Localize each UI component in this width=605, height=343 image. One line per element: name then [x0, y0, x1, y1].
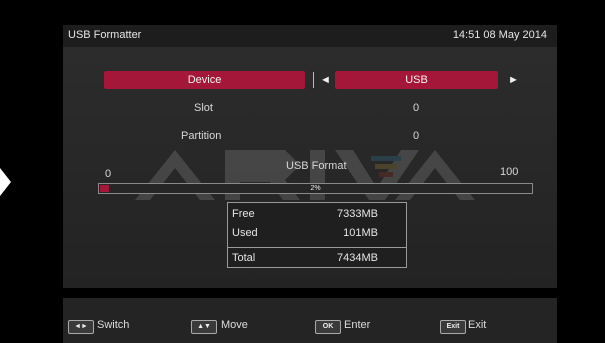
exit-label: Exit — [468, 319, 487, 331]
info-free-value: 7333MB — [337, 208, 378, 220]
info-free-label: Free — [232, 208, 255, 220]
page-title: USB Formatter — [68, 29, 142, 41]
left-arrow-icon[interactable]: ◄ — [320, 71, 331, 89]
switch-key-icon[interactable]: ◄► — [68, 320, 94, 334]
partition-label: Partition — [181, 130, 222, 142]
move-label: Move — [221, 319, 248, 331]
info-total-label: Total — [232, 252, 256, 264]
progress-bar: 2% — [98, 183, 533, 194]
title-bar: USB Formatter 14:51 08 May 2014 — [63, 25, 557, 47]
clock: 14:51 08 May 2014 — [452, 29, 547, 41]
info-total-value: 7434MB — [337, 252, 378, 264]
info-row-used: Used 101MB — [228, 227, 406, 247]
slot-label: Slot — [194, 102, 213, 114]
partition-value[interactable]: 0 — [413, 130, 419, 142]
switch-label: Switch — [97, 319, 130, 331]
enter-label: Enter — [344, 319, 371, 331]
usb-formatter-screen: USB Formatter 14:51 08 May 2014 Device ◄… — [0, 0, 605, 343]
move-key-icon[interactable]: ▲▼ — [191, 320, 217, 334]
device-button[interactable]: Device — [104, 71, 305, 89]
progress-max-label: 100 — [500, 166, 519, 178]
ok-key-icon[interactable]: OK — [315, 320, 341, 334]
exit-key-icon[interactable]: Exit — [440, 320, 466, 334]
device-value-usb[interactable]: USB — [335, 71, 498, 89]
progress-title: USB Format — [286, 160, 347, 172]
info-row-total: Total 7434MB — [228, 252, 406, 272]
progress-percent: 2% — [310, 185, 321, 192]
side-arrow-icon — [0, 168, 11, 196]
info-divider — [228, 247, 406, 248]
info-used-value: 101MB — [343, 227, 378, 239]
separator — [313, 72, 314, 88]
storage-info-box: Free 7333MB Used 101MB Total 7434MB — [227, 202, 407, 268]
info-used-label: Used — [232, 227, 258, 239]
info-row-free: Free 7333MB — [228, 208, 406, 228]
slot-value[interactable]: 0 — [413, 102, 419, 114]
progress-min-label: 0 — [105, 168, 112, 180]
right-arrow-icon[interactable]: ► — [508, 71, 519, 89]
